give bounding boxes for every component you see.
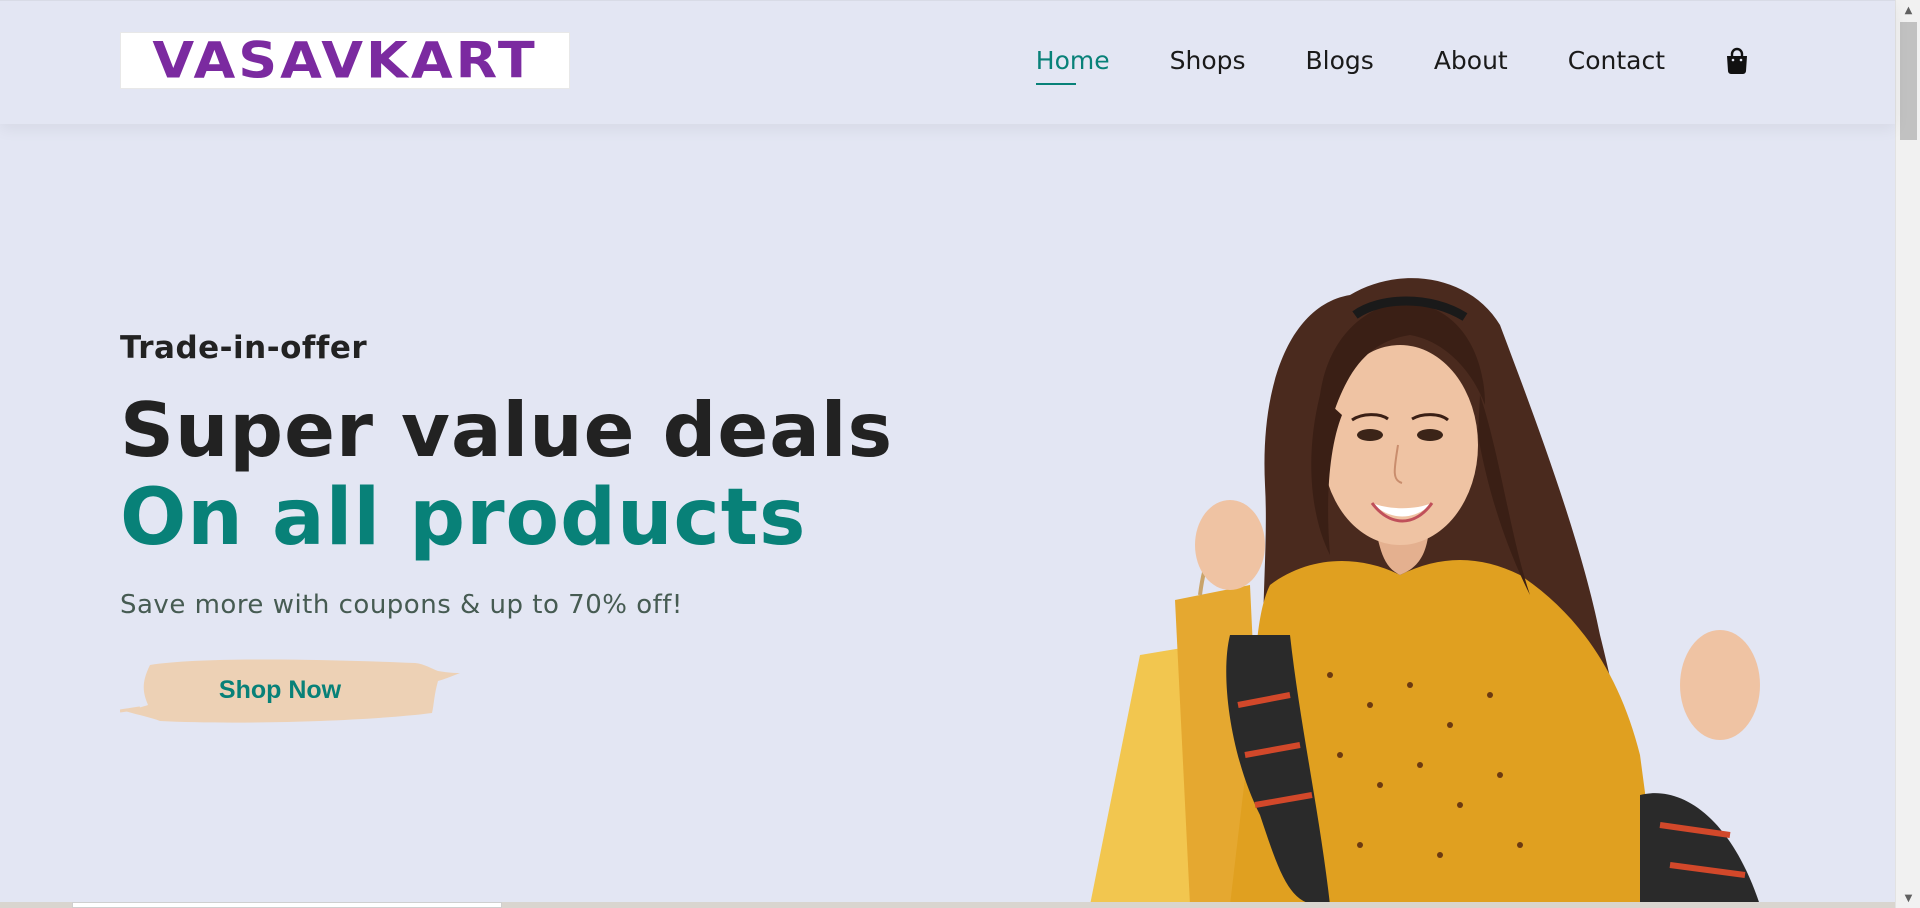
nav-contact[interactable]: Contact [1568,41,1665,81]
site-logo[interactable]: VASAVKART [120,32,570,89]
vertical-scrollbar[interactable]: ▲ ▼ [1895,0,1920,908]
shop-now-label: Shop Now [218,675,342,704]
nav-about[interactable]: About [1434,41,1508,81]
main-nav: Home Shops Blogs About Contact [976,41,1749,85]
hero-tagline: Trade-in-offer [120,330,368,366]
scroll-down-icon[interactable]: ▼ [1896,888,1920,908]
nav-blogs[interactable]: Blogs [1306,41,1374,81]
bottom-tab [72,902,502,908]
hero-headline-accent: On all products [120,473,807,563]
scroll-up-icon[interactable]: ▲ [1896,0,1920,20]
nav-home[interactable]: Home [1035,41,1110,85]
hero-model-image [1080,255,1840,905]
hero-section: Trade-in-offer Super value deals On all … [120,330,893,620]
hero-headline: Super value deals [120,386,894,474]
shop-now-button[interactable]: Shop Now [120,655,460,725]
logo-text: VASAVKART [152,32,538,89]
site-header: VASAVKART Home Shops Blogs About Contact [0,0,1895,124]
shopping-bag-icon[interactable] [1725,47,1749,75]
bottom-content-strip [0,902,1895,908]
nav-shops[interactable]: Shops [1170,41,1246,81]
hero-subtext: Save more with coupons & up to 70% off! [120,590,683,620]
scrollbar-thumb[interactable] [1900,22,1917,140]
